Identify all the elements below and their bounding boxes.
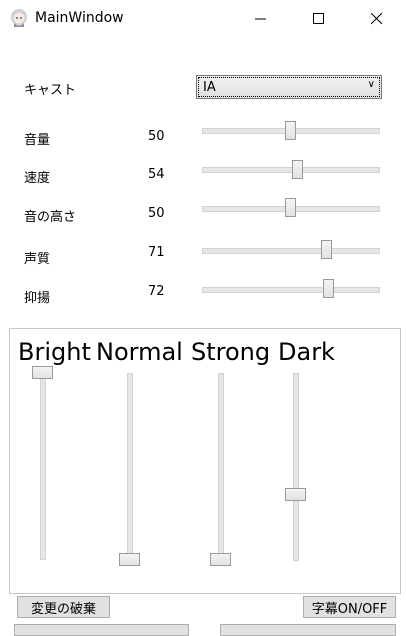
cast-selected-value: IA [203,80,216,95]
close-icon [371,12,383,24]
window-title: MainWindow [35,10,124,26]
param-value: 72 [148,284,165,299]
param-label: 抑揚 [24,291,51,306]
param-slider-thumb[interactable] [323,279,334,298]
minimize-button[interactable] [238,0,284,37]
emotion-label-dark: Dark [278,338,335,366]
bottom-button-right[interactable] [220,624,396,636]
param-label: 音の高さ [24,210,77,225]
emotion-slider-thumb-normal[interactable] [119,553,140,566]
emotion-slider-thumb-strong[interactable] [210,553,231,566]
param-value: 71 [148,245,165,260]
param-value: 50 [148,206,165,221]
param-value: 50 [148,129,165,144]
emotion-label-normal: Normal [96,338,183,366]
emotion-slider-thumb-bright[interactable] [32,366,53,379]
param-value: 54 [148,167,165,182]
param-label: 音量 [24,133,51,148]
param-slider-thumb[interactable] [285,198,296,217]
emotion-slider-track-strong[interactable] [218,373,224,561]
subtitle-toggle-button[interactable]: 字幕ON/OFF [303,596,396,618]
emotion-label-bright: Bright [18,338,91,366]
emotion-slider-track-dark[interactable] [293,373,299,561]
title-bar[interactable]: MainWindow [0,0,406,37]
maximize-button[interactable] [296,0,342,37]
emotion-slider-track-normal[interactable] [127,373,133,561]
cast-select[interactable]: IA ∨ [196,75,382,99]
param-slider-thumb[interactable] [321,240,332,259]
emotion-slider-thumb-dark[interactable] [285,488,306,501]
cast-label: キャスト [24,83,77,98]
minimize-icon [255,18,266,19]
discard-changes-button[interactable]: 変更の破棄 [17,596,110,618]
emotion-label-strong: Strong [191,338,271,366]
app-avatar-icon [11,9,27,27]
param-slider-thumb[interactable] [285,121,296,140]
param-slider-track[interactable] [202,248,380,254]
param-slider-track[interactable] [202,167,380,173]
param-label: 声質 [24,252,51,267]
param-label: 速度 [24,171,51,186]
emotion-group [9,328,401,594]
param-slider-thumb[interactable] [292,160,303,179]
maximize-icon [313,12,324,24]
param-slider-track[interactable] [202,287,380,293]
chevron-down-icon: ∨ [367,79,375,90]
emotion-slider-track-bright[interactable] [40,372,46,560]
bottom-button-left[interactable] [14,624,189,636]
close-button[interactable] [354,0,400,37]
